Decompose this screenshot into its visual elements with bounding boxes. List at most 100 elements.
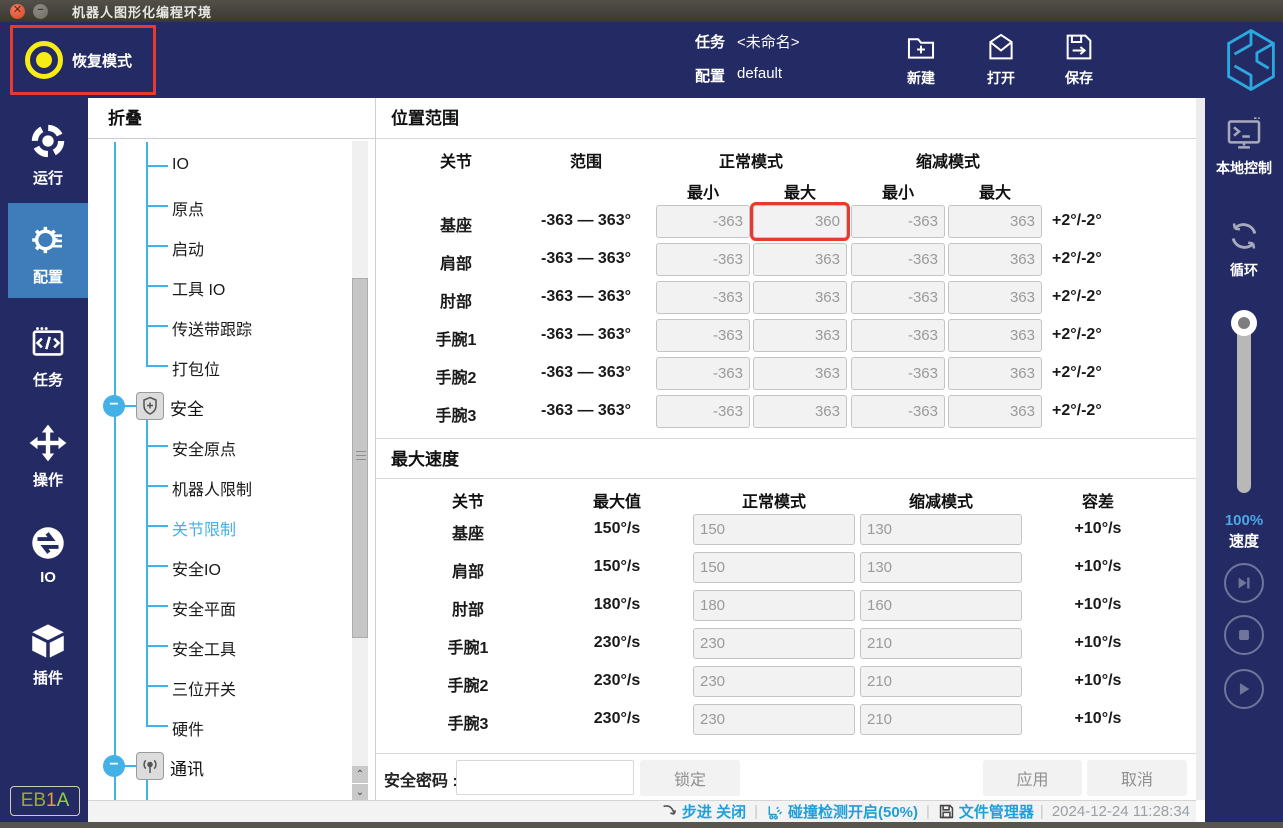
joint-name: 手腕3 [396,402,516,426]
position-input-rmax[interactable] [948,281,1042,314]
sidebar-item-io[interactable]: IO [8,510,88,596]
tree-item-3[interactable]: 工具 IO [172,276,225,300]
joint-max-speed: 150°/s [557,520,677,538]
speed-slider-track[interactable] [1237,323,1251,493]
speed-input-reduced[interactable] [860,666,1022,697]
tree-collapse-header[interactable]: 折叠 [88,98,375,139]
position-input-nmax[interactable] [753,243,847,276]
position-input-rmax[interactable] [948,319,1042,352]
window-minimize-button[interactable]: − [33,4,48,19]
window-close-button[interactable]: ✕ [10,4,25,19]
position-input-rmin[interactable] [851,205,945,238]
tree-scroll-down-button[interactable]: ⌄ [352,784,368,801]
speed-input-normal[interactable] [693,704,855,735]
speed-input-normal[interactable] [693,628,855,659]
tree-collapse-toggle[interactable]: − [103,755,125,777]
tree-group-15[interactable]: 通讯 [170,755,204,780]
speed-input-normal[interactable] [693,514,855,545]
apply-button[interactable]: 应用 [983,760,1082,796]
sidebar-item-plugin[interactable]: 插件 [8,606,88,696]
position-input-nmin[interactable] [656,395,750,428]
position-input-rmin[interactable] [851,281,945,314]
speed-table-row: 肘部180°/s+10°/s [376,587,1196,625]
position-input-rmax[interactable] [948,357,1042,390]
step-mode-status[interactable]: 步进 关闭 [682,801,746,822]
tree-item-11[interactable]: 安全平面 [172,596,236,620]
tree-scrollbar-thumb[interactable] [352,278,368,638]
joint-max-speed: 230°/s [557,634,677,652]
tree-item-14[interactable]: 硬件 [172,716,204,740]
joint-tolerance: +2°/-2° [1052,250,1162,268]
stop-button[interactable] [1224,615,1264,655]
file-manager-link[interactable]: 文件管理器 [959,801,1034,822]
position-input-rmin[interactable] [851,357,945,390]
open-button[interactable]: 打开 [970,30,1032,88]
lock-button[interactable]: 锁定 [640,760,740,796]
position-table-row: 手腕2-363 — 363°+2°/-2° [376,355,1196,393]
step-forward-button[interactable] [1224,563,1264,603]
speed-slider-knob[interactable] [1231,310,1257,336]
speed-tolerance: +10°/s [1038,558,1158,576]
speed-table-row: 基座150°/s+10°/s [376,511,1196,549]
loop-button[interactable]: 循环 [1205,216,1283,280]
local-control-button[interactable]: 本地控制 [1205,114,1283,178]
tree-item-4[interactable]: 传送带跟踪 [172,316,252,340]
tree-collapse-toggle[interactable]: − [103,395,125,417]
speed-input-reduced[interactable] [860,628,1022,659]
speed-input-normal[interactable] [693,590,855,621]
new-button[interactable]: 新建 [890,30,952,88]
sidebar-item-config[interactable]: 配置 [8,203,88,298]
tree-branch-line [146,780,148,801]
speed-input-reduced[interactable] [860,704,1022,735]
sidebar-item-operate[interactable]: 操作 [8,406,88,501]
tree-item-8[interactable]: 机器人限制 [172,476,252,500]
position-input-nmin[interactable] [656,243,750,276]
position-input-nmax[interactable] [753,281,847,314]
position-input-rmin[interactable] [851,243,945,276]
sidebar-item-run[interactable]: 运行 [8,106,88,198]
joint-range: -363 — 363° [526,212,646,230]
tree-item-5[interactable]: 打包位 [172,356,220,380]
tree-item-2[interactable]: 启动 [172,236,204,260]
recovery-mode-indicator[interactable]: 恢复模式 [10,25,156,95]
speed-input-reduced[interactable] [860,590,1022,621]
safety-password-input[interactable] [456,760,634,795]
speed-input-reduced[interactable] [860,552,1022,583]
collision-detection-status[interactable]: 碰撞检测开启(50%) [788,801,918,822]
save-button[interactable]: 保存 [1048,30,1110,88]
joint-tolerance: +2°/-2° [1052,326,1162,344]
tree-scroll-up-button[interactable]: ⌃ [352,766,368,783]
position-table-row: 基座-363 — 363°+2°/-2° [376,203,1196,241]
speed-input-reduced[interactable] [860,514,1022,545]
position-input-rmin[interactable] [851,395,945,428]
tree-item-13[interactable]: 三位开关 [172,676,236,700]
left-sidebar: 运行 配置 任务 [0,98,88,828]
tree-item-7[interactable]: 安全原点 [172,436,236,460]
tree-item-12[interactable]: 安全工具 [172,636,236,660]
position-input-nmax[interactable] [753,395,847,428]
position-input-nmax[interactable] [753,357,847,390]
position-input-rmin[interactable] [851,319,945,352]
recovery-mode-icon [25,41,63,79]
app-logo-cube-icon [1222,27,1280,93]
tree-item-1[interactable]: 原点 [172,196,204,220]
position-input-nmax[interactable] [753,319,847,352]
tree-item-10[interactable]: 安全IO [172,556,221,580]
position-input-nmin[interactable] [656,205,750,238]
position-input-nmin[interactable] [656,281,750,314]
position-input-nmin[interactable] [656,357,750,390]
position-input-rmax[interactable] [948,243,1042,276]
speed-input-normal[interactable] [693,666,855,697]
position-input-rmax[interactable] [948,205,1042,238]
col-max-value: 最大值 [557,488,677,512]
position-input-nmax[interactable] [753,205,847,238]
position-input-nmin[interactable] [656,319,750,352]
position-input-rmax[interactable] [948,395,1042,428]
tree-item-0[interactable]: IO [172,156,189,174]
cancel-button[interactable]: 取消 [1087,760,1187,796]
speed-input-normal[interactable] [693,552,855,583]
sidebar-item-task[interactable]: 任务 [8,308,88,400]
tree-group-6[interactable]: 安全 [170,395,204,420]
tree-item-9[interactable]: 关节限制 [172,516,236,540]
play-button[interactable] [1224,669,1264,709]
